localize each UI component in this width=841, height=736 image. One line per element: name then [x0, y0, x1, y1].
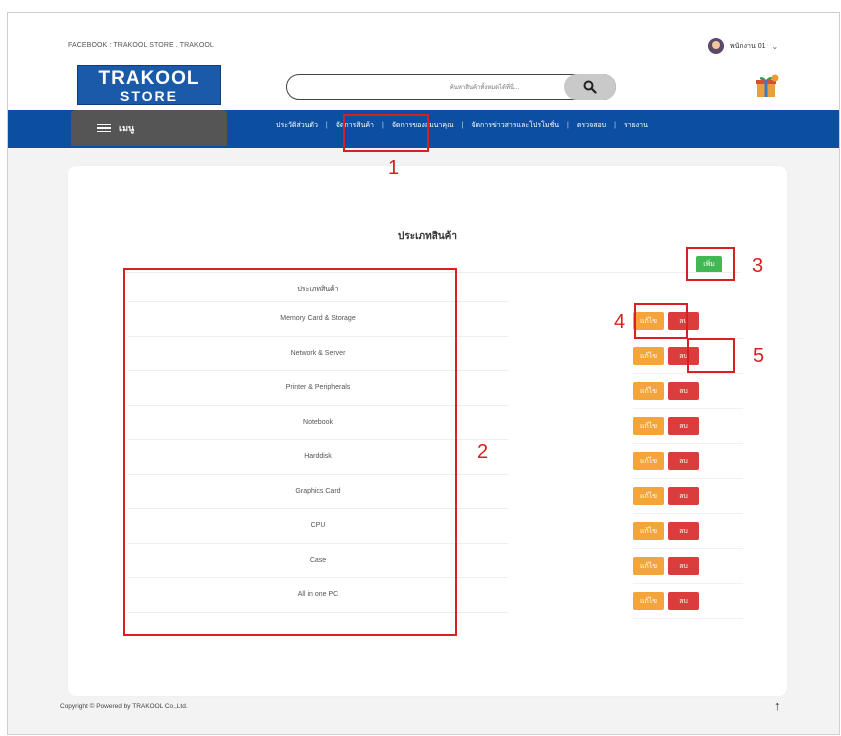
top-header: FACEBOOK : TRAKOOL STORE . TRAKOOL พนักง… [8, 13, 839, 110]
nav-items: ประวัติส่วนตัว | จัดการสินค้า | จัดการขอ… [270, 120, 654, 131]
annotation-number-3: 3 [752, 255, 764, 277]
menu-label: เมนู [119, 123, 135, 133]
action-row: แก้ไข ลบ [633, 409, 743, 444]
action-row: แก้ไข ลบ [633, 514, 743, 549]
action-row: แก้ไข ลบ [633, 549, 743, 584]
chevron-down-icon: ⌄ [771, 41, 779, 51]
edit-button[interactable]: แก้ไข [633, 522, 664, 540]
delete-button[interactable]: ลบ [668, 452, 699, 470]
delete-button[interactable]: ลบ [668, 487, 699, 505]
facebook-link[interactable]: FACEBOOK : TRAKOOL STORE . TRAKOOL [68, 42, 214, 49]
annotation-box-3 [686, 247, 735, 281]
user-menu[interactable]: พนักงาน 01 ⌄ [708, 38, 778, 54]
action-row: แก้ไข ลบ [633, 479, 743, 514]
delete-button[interactable]: ลบ [668, 382, 699, 400]
search-icon [583, 80, 597, 94]
hamburger-icon [97, 123, 111, 133]
edit-button[interactable]: แก้ไข [633, 557, 664, 575]
logo-line-2: STORE [120, 88, 178, 104]
edit-button[interactable]: แก้ไข [633, 347, 664, 365]
gift-icon[interactable] [754, 73, 780, 99]
edit-button[interactable]: แก้ไข [633, 487, 664, 505]
delete-button[interactable]: ลบ [668, 417, 699, 435]
annotation-number-5: 5 [753, 345, 765, 367]
annotation-number-2: 2 [477, 441, 489, 463]
search-input[interactable] [297, 79, 521, 97]
user-name: พนักงาน 01 [730, 42, 766, 50]
scroll-top-icon[interactable]: ↑ [774, 698, 781, 713]
delete-button[interactable]: ลบ [668, 522, 699, 540]
annotation-number-4: 4 [614, 311, 626, 333]
nav-item-manage-news-promotions[interactable]: จัดการข่าวสารและโปรโมชั่น [465, 120, 565, 131]
annotation-box-4 [634, 303, 688, 339]
annotation-number-1: 1 [388, 157, 400, 179]
annotation-box-2 [123, 268, 457, 636]
action-row: แก้ไข ลบ [633, 374, 743, 409]
search-bar [286, 74, 616, 100]
nav-item-inspect[interactable]: ตรวจสอบ [571, 120, 612, 131]
edit-button[interactable]: แก้ไข [633, 592, 664, 610]
action-row: แก้ไข ลบ [633, 444, 743, 479]
search-button[interactable] [564, 74, 616, 100]
annotation-box-1 [343, 114, 429, 152]
edit-button[interactable]: แก้ไข [633, 382, 664, 400]
user-avatar-icon [708, 38, 724, 54]
nav-item-report[interactable]: รายงาน [618, 120, 654, 131]
delete-button[interactable]: ลบ [668, 557, 699, 575]
nav-item-profile[interactable]: ประวัติส่วนตัว [270, 120, 324, 131]
page-title: ประเภทสินค้า [398, 231, 457, 242]
action-row: แก้ไข ลบ [633, 584, 743, 619]
delete-button[interactable]: ลบ [668, 592, 699, 610]
menu-button[interactable]: เมนู [71, 110, 227, 146]
edit-button[interactable]: แก้ไข [633, 452, 664, 470]
logo-line-1: TRAKOOL [98, 68, 200, 89]
copyright-text: Copyright © Powered by TRAKOOL Co.,Ltd. [60, 703, 188, 710]
annotation-box-5 [687, 338, 735, 373]
edit-button[interactable]: แก้ไข [633, 417, 664, 435]
store-logo[interactable]: TRAKOOL STORE [77, 65, 221, 105]
